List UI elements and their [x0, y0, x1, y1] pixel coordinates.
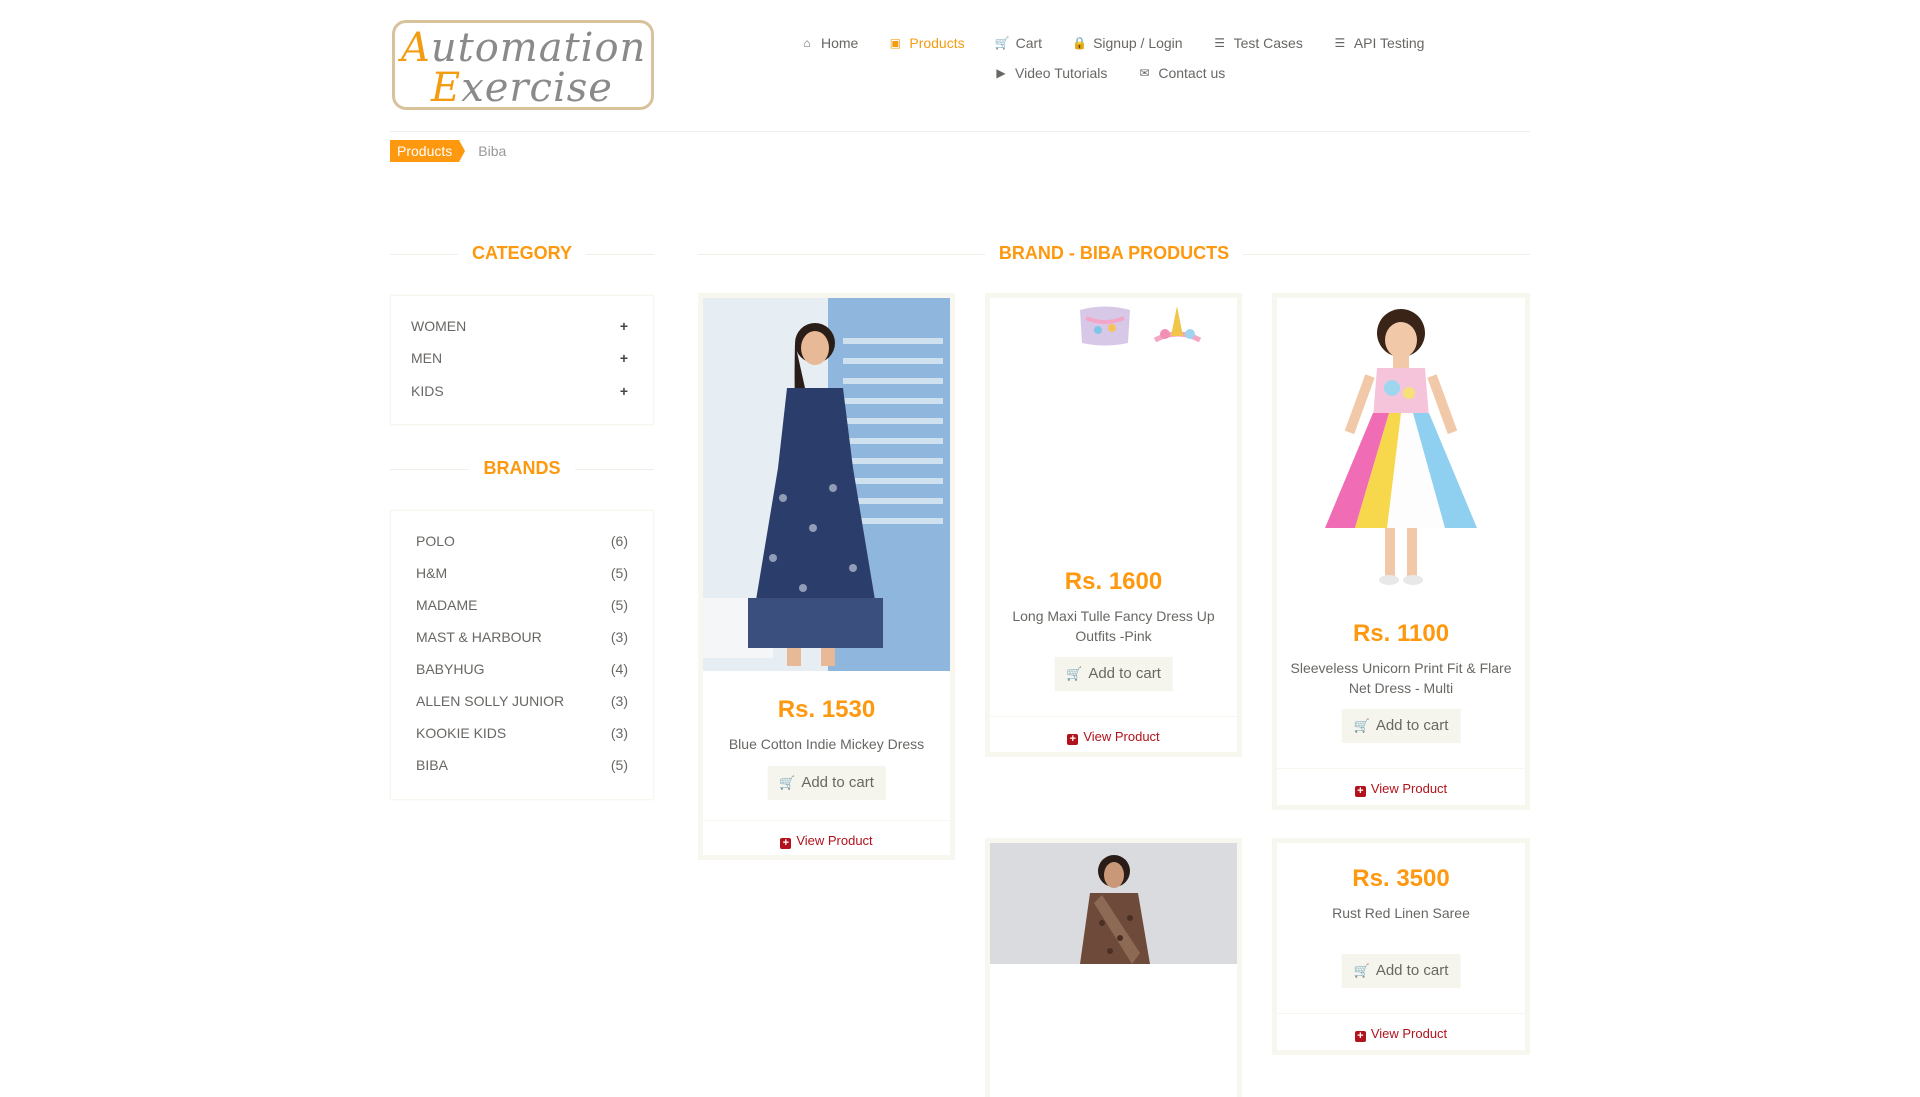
breadcrumb-current: Biba	[478, 143, 507, 159]
site-logo[interactable]: Automation Exercise	[392, 20, 654, 110]
brand-mast-harbour[interactable]: MAST & HARBOUR (3)	[416, 629, 628, 645]
product-price: Rs. 1100	[1352, 620, 1450, 647]
product-image	[990, 298, 1237, 548]
brand-biba[interactable]: BIBA (5)	[416, 757, 628, 773]
nav-signup-login[interactable]: 🔒 Signup / Login	[1072, 35, 1183, 51]
view-product-link[interactable]: + View Product	[990, 716, 1237, 756]
product-card: Rs. 1600 Long Maxi Tulle Fancy Dress Up …	[985, 293, 1242, 757]
product-card	[985, 838, 1242, 1097]
brand-products-title: Brand - Biba Products	[698, 243, 1530, 264]
add-to-cart-button[interactable]: 🛒 Add to cart	[767, 766, 886, 800]
product-card: Rs. 1530 Blue Cotton Indie Mickey Dress …	[698, 293, 955, 860]
product-name: Rust Red Linen Saree	[1332, 905, 1470, 921]
brand-madame[interactable]: MADAME (5)	[416, 597, 628, 613]
view-product-link[interactable]: + View Product	[1277, 1013, 1525, 1053]
category-women[interactable]: Women +	[411, 318, 628, 334]
list-icon: ☰	[1214, 36, 1225, 50]
product-price: Rs. 3500	[1352, 865, 1450, 892]
main-nav: ⌂ Home ▣ Products 🛒 Cart 🔒 Signup / Login ☰ T…	[800, 28, 1450, 88]
add-to-cart-button[interactable]: 🛒 Add to cart	[1054, 657, 1173, 691]
brand-polo[interactable]: POLO (6)	[416, 533, 628, 549]
brands-title: Brands	[390, 458, 654, 479]
cart-icon: 🛒	[779, 775, 796, 790]
category-title: Category	[390, 243, 654, 264]
plus-square-icon: +	[1067, 734, 1079, 745]
breadcrumb: Products Biba	[390, 140, 506, 162]
brands-panel: POLO (6) H&M (5) MADAME (5) MAST & HARBOUR(…	[390, 510, 654, 800]
cart-icon: 🛒	[1353, 718, 1370, 733]
product-image	[1277, 298, 1525, 598]
breadcrumb-products[interactable]: Products	[390, 140, 466, 162]
plus-square-icon: +	[1354, 786, 1366, 797]
view-product-link[interactable]: + View Product	[1277, 768, 1525, 808]
nav-cart[interactable]: 🛒 Cart	[995, 35, 1042, 51]
plus-square-icon: +	[1354, 1031, 1366, 1042]
view-product-link[interactable]: + View Product	[703, 820, 950, 860]
product-price: Rs. 1530	[777, 696, 876, 723]
nav-video-tutorials[interactable]: ▶ Video Tutorials	[994, 65, 1107, 81]
cart-icon: 🛒	[1353, 963, 1370, 978]
lock-icon: 🔒	[1072, 36, 1088, 50]
product-price: Rs. 1600	[1064, 568, 1163, 595]
product-card: Rs. 3500 Rust Red Linen Saree 🛒 Add to ca…	[1272, 838, 1530, 1055]
nav-home[interactable]: ⌂ Home	[800, 35, 858, 51]
list-icon: ☰	[1334, 36, 1346, 50]
brand-kookie-kids[interactable]: KOOKIE KIDS (3)	[416, 725, 628, 741]
brand-babyhug[interactable]: BABYHUG (4)	[416, 661, 628, 677]
product-name: Long Maxi Tulle Fancy Dress Up Outfits -…	[1012, 608, 1215, 644]
nav-contact-us[interactable]: ✉ Contact us	[1137, 65, 1225, 81]
envelope-icon: ✉	[1139, 66, 1150, 80]
plus-icon: +	[619, 350, 628, 366]
product-card: Rs. 1100 Sleeveless Unicorn Print Fit & …	[1272, 293, 1530, 810]
logo-line-2: Exercise	[431, 65, 613, 110]
add-to-cart-button[interactable]: 🛒 Add to cart	[1341, 954, 1461, 988]
nav-products[interactable]: ▣ Products	[888, 35, 965, 51]
brand-allen-solly-junior[interactable]: ALLEN SOLLY JUNIOR (3)	[416, 693, 628, 709]
product-name: Sleeveless Unicorn Print Fit & Flare Net…	[1290, 660, 1512, 696]
home-icon: ⌂	[803, 36, 811, 50]
header-divider	[390, 131, 1530, 132]
plus-icon: +	[619, 318, 628, 334]
brand-hm[interactable]: H&M (5)	[416, 565, 628, 581]
products-icon: ▣	[889, 36, 902, 50]
product-name: Blue Cotton Indie Mickey Dress	[728, 736, 925, 752]
cart-icon: 🛒	[994, 36, 1010, 50]
plus-square-icon: +	[780, 838, 792, 849]
youtube-icon: ▶	[996, 66, 1006, 80]
product-image	[703, 298, 950, 671]
category-kids[interactable]: Kids +	[411, 383, 628, 399]
cart-icon: 🛒	[1066, 666, 1083, 681]
add-to-cart-button[interactable]: 🛒 Add to cart	[1341, 709, 1461, 743]
nav-test-cases[interactable]: ☰ Test Cases	[1213, 35, 1303, 51]
nav-api-testing[interactable]: ☰ API Testing	[1333, 35, 1424, 51]
category-men[interactable]: Men +	[411, 350, 628, 366]
category-panel: Women + Men + Kids +	[390, 295, 654, 425]
product-image	[990, 843, 1237, 964]
plus-icon: +	[619, 383, 628, 399]
